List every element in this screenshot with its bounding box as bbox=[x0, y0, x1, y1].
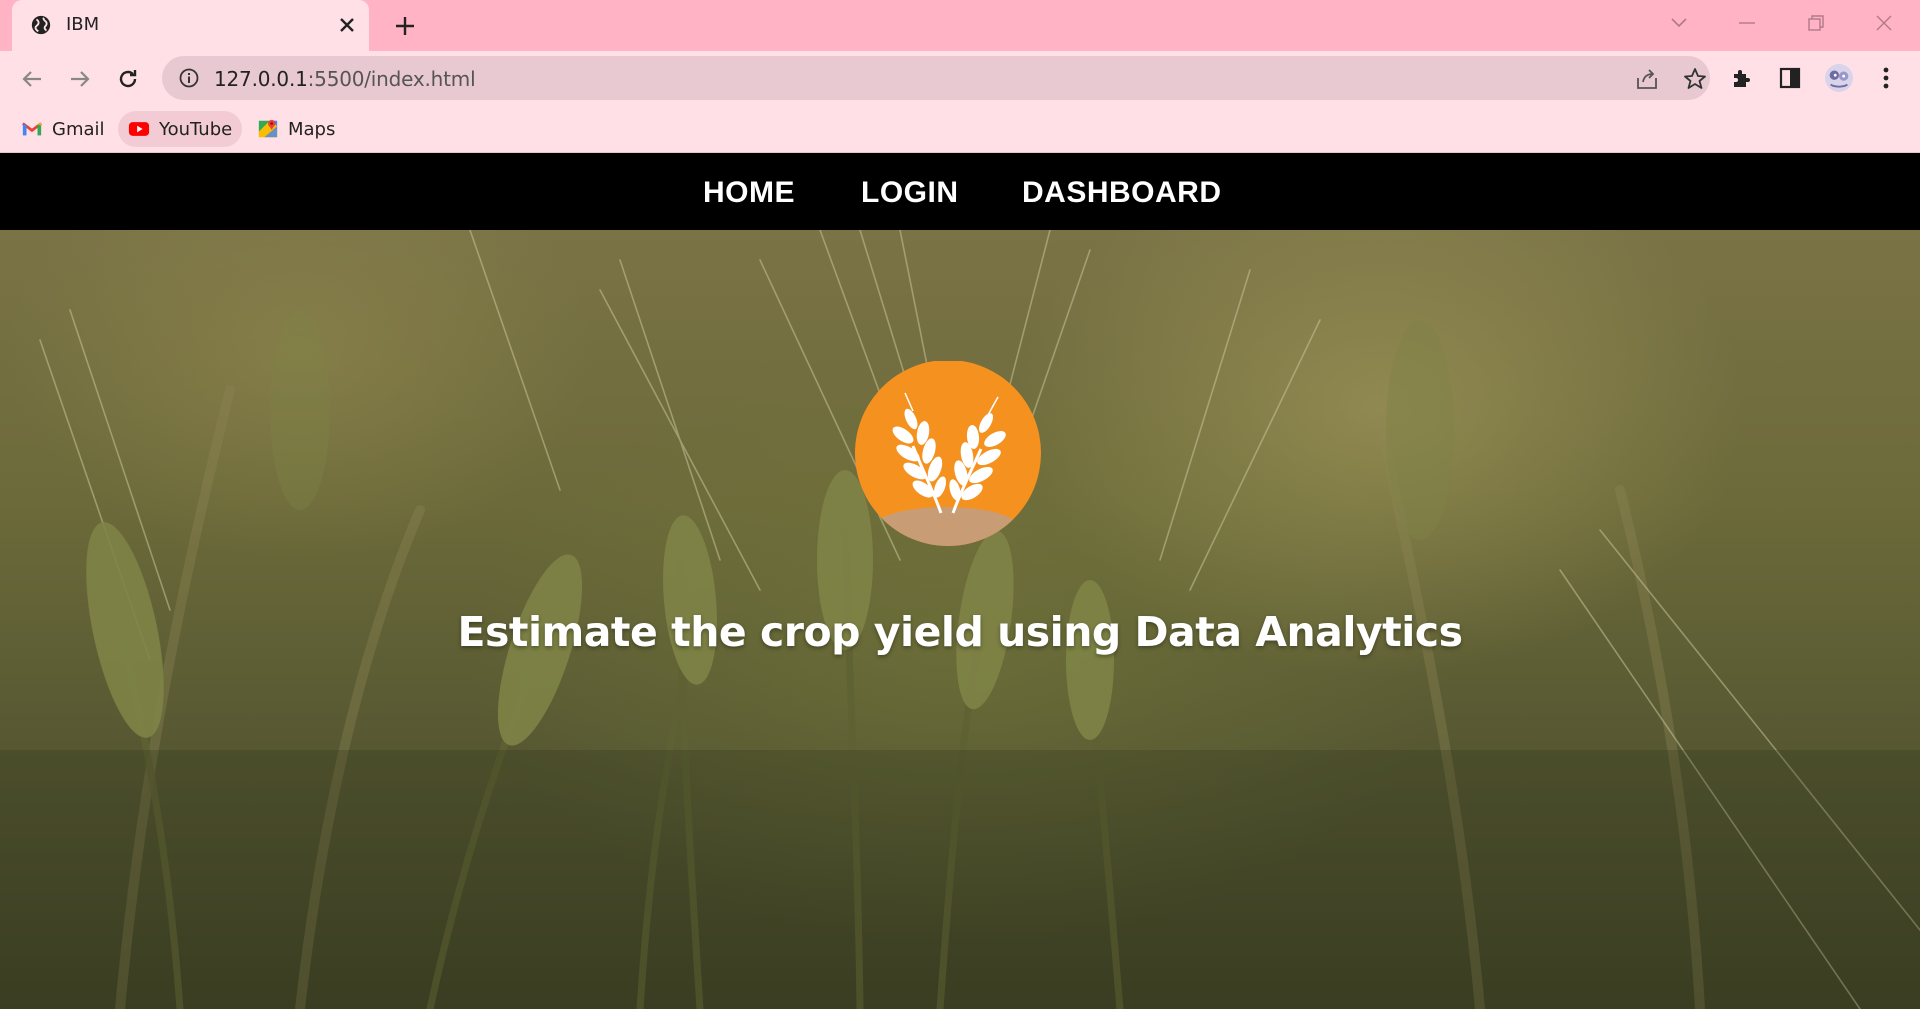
forward-arrow-icon[interactable] bbox=[64, 63, 96, 95]
wheat-logo-icon bbox=[855, 361, 1041, 546]
globe-icon bbox=[31, 15, 51, 35]
hero-section: Estimate the crop yield using Data Analy… bbox=[0, 230, 1920, 1009]
nav-dashboard-link[interactable]: DASHBOARD bbox=[1022, 176, 1222, 210]
share-icon[interactable] bbox=[1634, 66, 1660, 92]
minimize-icon[interactable] bbox=[1727, 8, 1767, 38]
address-bar[interactable]: 127.0.0.1:5500/index.html bbox=[162, 56, 1710, 100]
url-text: 127.0.0.1:5500/index.html bbox=[214, 67, 476, 91]
nav-login-link[interactable]: LOGIN bbox=[861, 176, 959, 210]
browser-toolbar: 127.0.0.1:5500/index.html bbox=[0, 51, 1920, 106]
bookmark-maps[interactable]: Maps bbox=[247, 111, 345, 147]
site-navbar: HOME LOGIN DASHBOARD bbox=[0, 154, 1920, 230]
bookmark-youtube[interactable]: YouTube bbox=[118, 111, 243, 147]
gmail-icon bbox=[22, 122, 42, 136]
back-arrow-icon[interactable] bbox=[16, 63, 48, 95]
maps-icon bbox=[258, 119, 278, 138]
bookmark-star-icon[interactable] bbox=[1682, 66, 1708, 92]
hero-headline: Estimate the crop yield using Data Analy… bbox=[457, 608, 1463, 656]
tab-search-chevron-icon[interactable] bbox=[1659, 8, 1699, 38]
new-tab-plus-icon[interactable] bbox=[390, 11, 420, 41]
menu-kebab-icon[interactable] bbox=[1872, 64, 1900, 92]
close-window-icon[interactable] bbox=[1864, 8, 1904, 38]
tab-close-icon[interactable] bbox=[335, 13, 359, 37]
bookmark-label: Maps bbox=[288, 118, 336, 140]
tab-strip: IBM bbox=[0, 0, 1920, 51]
reload-icon[interactable] bbox=[112, 63, 144, 95]
url-path: :5500/index.html bbox=[307, 67, 476, 91]
youtube-icon bbox=[128, 122, 150, 136]
bookmark-label: Gmail bbox=[52, 118, 105, 140]
bookmarks-bar: Gmail YouTube Maps bbox=[0, 106, 1920, 153]
tab-title: IBM bbox=[66, 14, 100, 35]
side-panel-icon[interactable] bbox=[1776, 64, 1804, 92]
restore-icon[interactable] bbox=[1796, 8, 1836, 38]
extensions-puzzle-icon[interactable] bbox=[1728, 64, 1756, 92]
bookmark-label: YouTube bbox=[159, 118, 233, 140]
browser-tab[interactable]: IBM bbox=[12, 0, 369, 51]
nav-home-link[interactable]: HOME bbox=[703, 176, 795, 210]
bookmark-gmail[interactable]: Gmail bbox=[11, 111, 115, 147]
profile-avatar[interactable] bbox=[1825, 64, 1853, 92]
url-host: 127.0.0.1 bbox=[214, 67, 308, 91]
site-info-icon[interactable] bbox=[178, 67, 200, 89]
